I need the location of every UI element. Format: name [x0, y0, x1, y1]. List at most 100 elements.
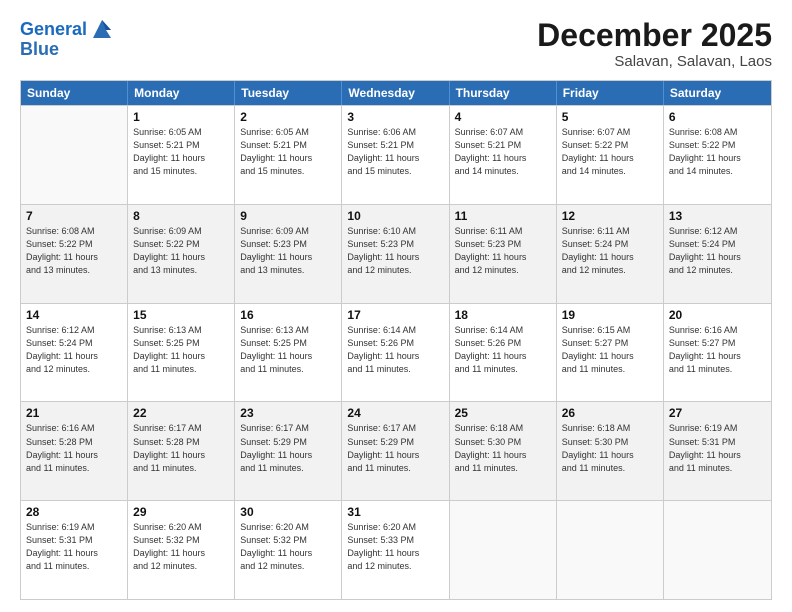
- calendar-header: SundayMondayTuesdayWednesdayThursdayFrid…: [21, 81, 771, 105]
- day-info: Sunrise: 6:13 AM Sunset: 5:25 PM Dayligh…: [133, 324, 229, 376]
- title-block: December 2025 Salavan, Salavan, Laos: [537, 18, 772, 70]
- day-number: 6: [669, 110, 766, 124]
- day-number: 30: [240, 505, 336, 519]
- calendar-cell: 24 Sunrise: 6:17 AM Sunset: 5:29 PM Dayli…: [342, 402, 449, 500]
- day-number: 5: [562, 110, 658, 124]
- calendar-body: 1 Sunrise: 6:05 AM Sunset: 5:21 PM Daylig…: [21, 105, 771, 599]
- day-number: 19: [562, 308, 658, 322]
- calendar-cell: 13 Sunrise: 6:12 AM Sunset: 5:24 PM Dayli…: [664, 205, 771, 303]
- day-number: 25: [455, 406, 551, 420]
- header-cell-saturday: Saturday: [664, 81, 771, 105]
- day-number: 13: [669, 209, 766, 223]
- day-number: 31: [347, 505, 443, 519]
- day-info: Sunrise: 6:07 AM Sunset: 5:22 PM Dayligh…: [562, 126, 658, 178]
- calendar-cell: 23 Sunrise: 6:17 AM Sunset: 5:29 PM Dayli…: [235, 402, 342, 500]
- calendar-cell: 19 Sunrise: 6:15 AM Sunset: 5:27 PM Dayli…: [557, 304, 664, 402]
- day-info: Sunrise: 6:15 AM Sunset: 5:27 PM Dayligh…: [562, 324, 658, 376]
- calendar-cell: 20Sunrise: 6:16 AM Sunset: 5:27 PM Dayli…: [664, 304, 771, 402]
- day-info: Sunrise: 6:17 AM Sunset: 5:28 PM Dayligh…: [133, 422, 229, 474]
- day-number: 10: [347, 209, 443, 223]
- day-info: Sunrise: 6:17 AM Sunset: 5:29 PM Dayligh…: [240, 422, 336, 474]
- calendar-cell: 12 Sunrise: 6:11 AM Sunset: 5:24 PM Dayli…: [557, 205, 664, 303]
- header-cell-monday: Monday: [128, 81, 235, 105]
- calendar-cell: 7 Sunrise: 6:08 AM Sunset: 5:22 PM Daylig…: [21, 205, 128, 303]
- day-number: 1: [133, 110, 229, 124]
- day-number: 2: [240, 110, 336, 124]
- calendar-cell: 27 Sunrise: 6:19 AM Sunset: 5:31 PM Dayli…: [664, 402, 771, 500]
- logo-general: General: [20, 19, 87, 39]
- day-number: 8: [133, 209, 229, 223]
- calendar-cell: 17Sunrise: 6:14 AM Sunset: 5:26 PM Dayli…: [342, 304, 449, 402]
- header-cell-thursday: Thursday: [450, 81, 557, 105]
- day-info: Sunrise: 6:10 AM Sunset: 5:23 PM Dayligh…: [347, 225, 443, 277]
- day-info: Sunrise: 6:20 AM Sunset: 5:32 PM Dayligh…: [133, 521, 229, 573]
- day-number: 27: [669, 406, 766, 420]
- day-info: Sunrise: 6:18 AM Sunset: 5:30 PM Dayligh…: [455, 422, 551, 474]
- day-number: 29: [133, 505, 229, 519]
- calendar-cell: 3 Sunrise: 6:06 AM Sunset: 5:21 PM Daylig…: [342, 106, 449, 204]
- page: General Blue December 2025 Salavan, Sala…: [0, 0, 792, 612]
- location: Salavan, Salavan, Laos: [537, 53, 772, 70]
- month-title: December 2025: [537, 18, 772, 53]
- day-info: Sunrise: 6:16 AM Sunset: 5:28 PM Dayligh…: [26, 422, 122, 474]
- calendar-row: 1 Sunrise: 6:05 AM Sunset: 5:21 PM Daylig…: [21, 105, 771, 204]
- calendar-cell: 9Sunrise: 6:09 AM Sunset: 5:23 PM Daylig…: [235, 205, 342, 303]
- calendar-cell: 29 Sunrise: 6:20 AM Sunset: 5:32 PM Dayli…: [128, 501, 235, 599]
- calendar-row: 7 Sunrise: 6:08 AM Sunset: 5:22 PM Daylig…: [21, 204, 771, 303]
- day-number: 9: [240, 209, 336, 223]
- day-info: Sunrise: 6:20 AM Sunset: 5:33 PM Dayligh…: [347, 521, 443, 573]
- calendar-cell: 22 Sunrise: 6:17 AM Sunset: 5:28 PM Dayli…: [128, 402, 235, 500]
- day-number: 24: [347, 406, 443, 420]
- calendar: SundayMondayTuesdayWednesdayThursdayFrid…: [20, 80, 772, 600]
- day-info: Sunrise: 6:12 AM Sunset: 5:24 PM Dayligh…: [669, 225, 766, 277]
- calendar-cell: [664, 501, 771, 599]
- day-number: 16: [240, 308, 336, 322]
- calendar-cell: 25 Sunrise: 6:18 AM Sunset: 5:30 PM Dayli…: [450, 402, 557, 500]
- calendar-cell: 16Sunrise: 6:13 AM Sunset: 5:25 PM Dayli…: [235, 304, 342, 402]
- calendar-row: 28Sunrise: 6:19 AM Sunset: 5:31 PM Dayli…: [21, 500, 771, 599]
- calendar-cell: 8Sunrise: 6:09 AM Sunset: 5:22 PM Daylig…: [128, 205, 235, 303]
- day-info: Sunrise: 6:08 AM Sunset: 5:22 PM Dayligh…: [26, 225, 122, 277]
- calendar-cell: 1 Sunrise: 6:05 AM Sunset: 5:21 PM Daylig…: [128, 106, 235, 204]
- calendar-cell: 4Sunrise: 6:07 AM Sunset: 5:21 PM Daylig…: [450, 106, 557, 204]
- day-number: 7: [26, 209, 122, 223]
- calendar-cell: 2 Sunrise: 6:05 AM Sunset: 5:21 PM Daylig…: [235, 106, 342, 204]
- day-number: 3: [347, 110, 443, 124]
- day-info: Sunrise: 6:16 AM Sunset: 5:27 PM Dayligh…: [669, 324, 766, 376]
- calendar-cell: 21Sunrise: 6:16 AM Sunset: 5:28 PM Dayli…: [21, 402, 128, 500]
- calendar-cell: 11Sunrise: 6:11 AM Sunset: 5:23 PM Dayli…: [450, 205, 557, 303]
- day-info: Sunrise: 6:05 AM Sunset: 5:21 PM Dayligh…: [240, 126, 336, 178]
- day-number: 14: [26, 308, 122, 322]
- header-cell-friday: Friday: [557, 81, 664, 105]
- day-number: 12: [562, 209, 658, 223]
- logo-text: General: [20, 20, 87, 40]
- day-number: 23: [240, 406, 336, 420]
- day-number: 4: [455, 110, 551, 124]
- day-number: 22: [133, 406, 229, 420]
- day-info: Sunrise: 6:12 AM Sunset: 5:24 PM Dayligh…: [26, 324, 122, 376]
- day-number: 15: [133, 308, 229, 322]
- calendar-cell: 28Sunrise: 6:19 AM Sunset: 5:31 PM Dayli…: [21, 501, 128, 599]
- header: General Blue December 2025 Salavan, Sala…: [20, 18, 772, 70]
- day-info: Sunrise: 6:17 AM Sunset: 5:29 PM Dayligh…: [347, 422, 443, 474]
- day-info: Sunrise: 6:19 AM Sunset: 5:31 PM Dayligh…: [26, 521, 122, 573]
- calendar-cell: [450, 501, 557, 599]
- calendar-cell: 6Sunrise: 6:08 AM Sunset: 5:22 PM Daylig…: [664, 106, 771, 204]
- calendar-cell: 15 Sunrise: 6:13 AM Sunset: 5:25 PM Dayli…: [128, 304, 235, 402]
- day-info: Sunrise: 6:05 AM Sunset: 5:21 PM Dayligh…: [133, 126, 229, 178]
- day-info: Sunrise: 6:06 AM Sunset: 5:21 PM Dayligh…: [347, 126, 443, 178]
- day-info: Sunrise: 6:19 AM Sunset: 5:31 PM Dayligh…: [669, 422, 766, 474]
- day-number: 18: [455, 308, 551, 322]
- calendar-cell: 5 Sunrise: 6:07 AM Sunset: 5:22 PM Daylig…: [557, 106, 664, 204]
- day-info: Sunrise: 6:11 AM Sunset: 5:24 PM Dayligh…: [562, 225, 658, 277]
- calendar-cell: 10 Sunrise: 6:10 AM Sunset: 5:23 PM Dayli…: [342, 205, 449, 303]
- calendar-cell: 18 Sunrise: 6:14 AM Sunset: 5:26 PM Dayli…: [450, 304, 557, 402]
- day-info: Sunrise: 6:14 AM Sunset: 5:26 PM Dayligh…: [347, 324, 443, 376]
- calendar-cell: 31 Sunrise: 6:20 AM Sunset: 5:33 PM Dayli…: [342, 501, 449, 599]
- calendar-cell: 30Sunrise: 6:20 AM Sunset: 5:32 PM Dayli…: [235, 501, 342, 599]
- day-number: 26: [562, 406, 658, 420]
- header-cell-sunday: Sunday: [21, 81, 128, 105]
- day-info: Sunrise: 6:18 AM Sunset: 5:30 PM Dayligh…: [562, 422, 658, 474]
- day-info: Sunrise: 6:14 AM Sunset: 5:26 PM Dayligh…: [455, 324, 551, 376]
- logo-blue: Blue: [20, 40, 59, 60]
